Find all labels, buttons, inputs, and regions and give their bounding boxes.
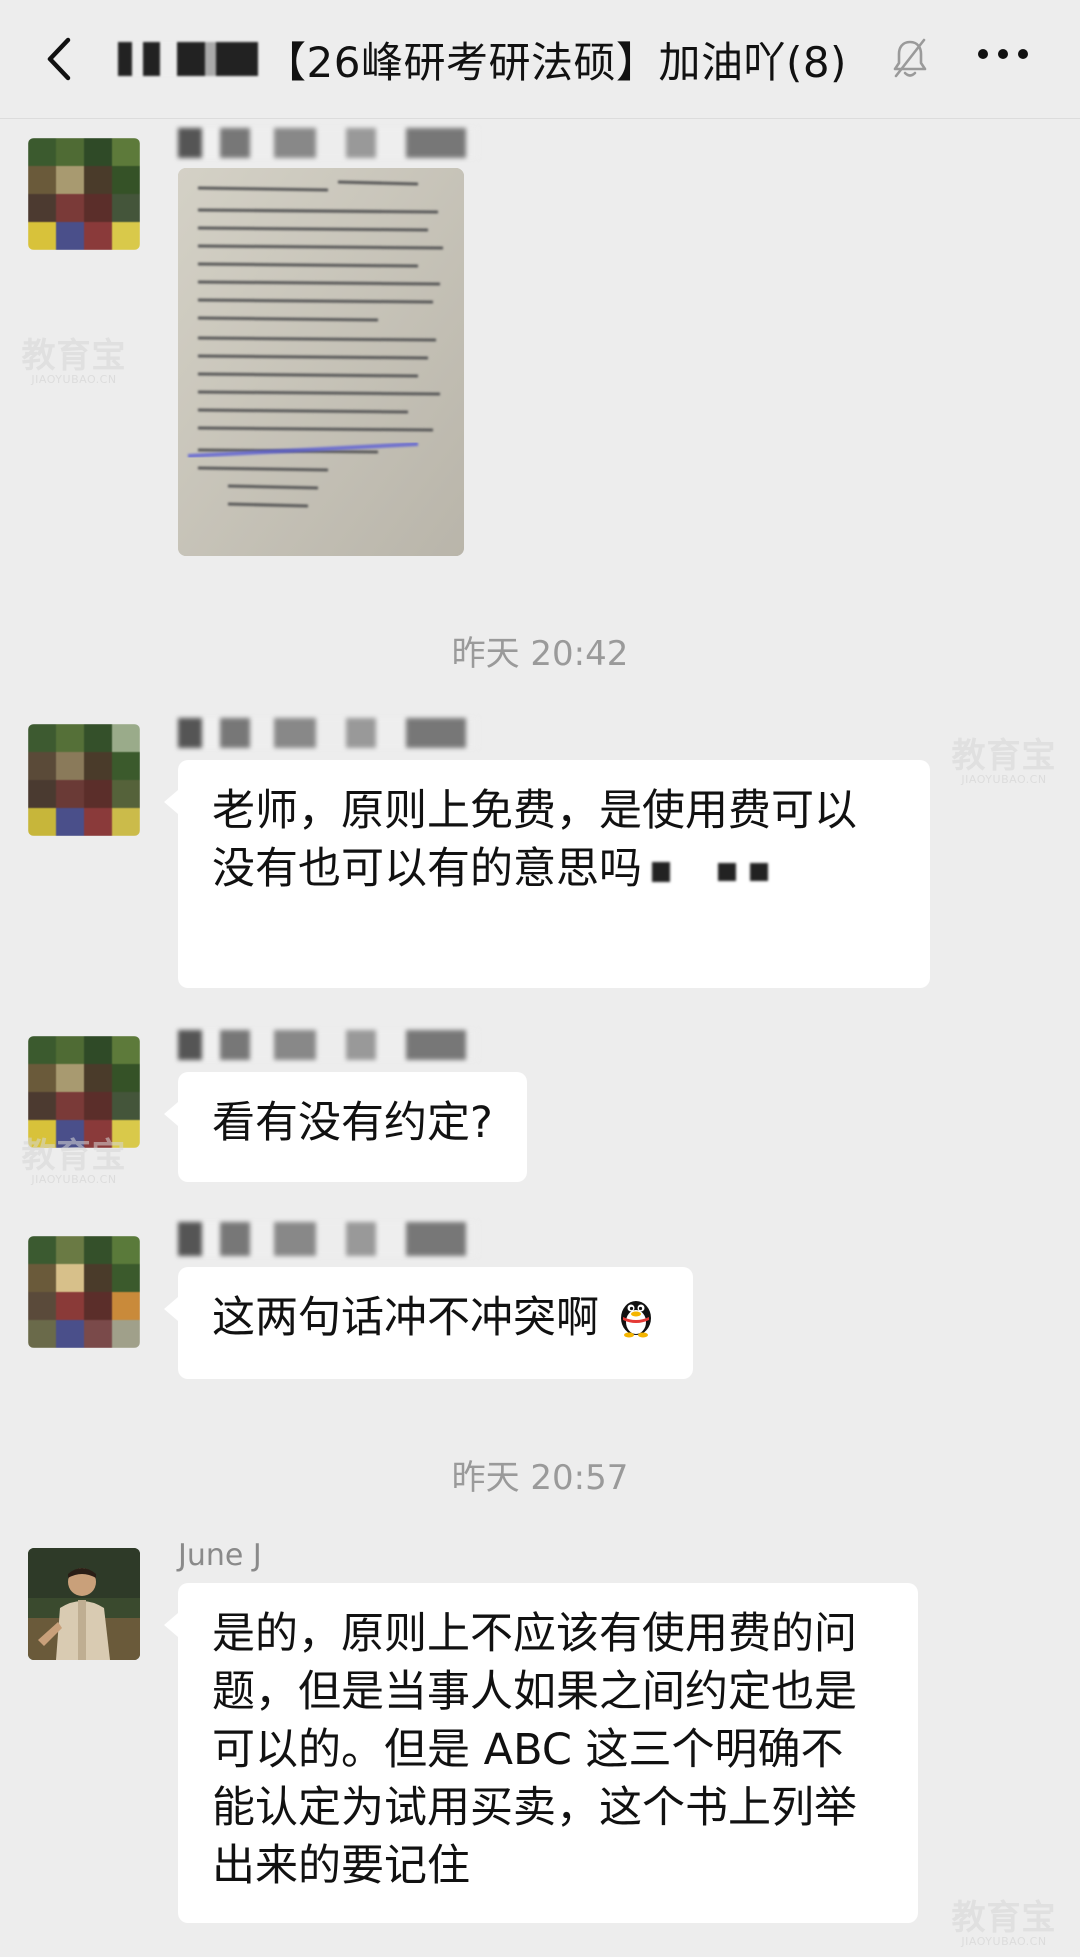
image-message[interactable] xyxy=(178,168,464,556)
redacted-mark xyxy=(750,862,768,881)
chat-title-text: 【26峰研考研法硕】加油吖(8) xyxy=(264,37,847,87)
sender-name-redacted xyxy=(178,128,478,158)
message-text: 这两句话冲不冲突啊 xyxy=(212,1293,599,1343)
avatar[interactable] xyxy=(28,1236,140,1348)
watermark: 教育宝 JIAOYUBAO.CN xyxy=(21,1136,127,1186)
message-bubble[interactable]: 这两句话冲不冲突啊 xyxy=(164,1267,693,1379)
bell-off-icon xyxy=(893,38,927,78)
avatar[interactable] xyxy=(28,1548,140,1660)
avatar[interactable] xyxy=(28,724,140,836)
more-dots-icon[interactable] xyxy=(975,44,1031,64)
book-page-photo xyxy=(178,168,464,556)
message-bubble[interactable]: 是的，原则上不应该有使用费的问题，但是当事人如果之间约定也是可以的。但是 ABC… xyxy=(164,1583,918,1923)
message-text: 看有没有约定? xyxy=(212,1098,493,1148)
redacted-mark xyxy=(718,862,736,881)
sender-name: June J xyxy=(178,1538,262,1573)
timestamp: 昨天 20:42 xyxy=(451,634,629,674)
chevron-left-icon[interactable] xyxy=(38,32,82,86)
timestamp: 昨天 20:57 xyxy=(451,1458,629,1498)
penguin-emoji-icon xyxy=(620,1301,651,1338)
sender-name-redacted xyxy=(178,718,478,748)
chat-header: 【26峰研考研法硕】加油吖(8) xyxy=(0,0,1080,119)
person-photo xyxy=(28,1548,140,1660)
message-bubble[interactable]: 老师，原则上免费，是使用费可以没有也可以有的意思吗 xyxy=(164,760,930,988)
message-bubble[interactable]: 看有没有约定? xyxy=(164,1072,527,1182)
chat-title[interactable]: 【26峰研考研法硕】加油吖(8) xyxy=(118,26,847,92)
chat-screen: 【26峰研考研法硕】加油吖(8) 昨天 20:42 老师，原则上免费，是使用费可… xyxy=(0,0,1080,1957)
watermark: 教育宝 JIAOYUBAO.CN xyxy=(21,336,127,386)
sender-name-redacted xyxy=(178,1030,478,1060)
watermark: 教育宝 JIAOYUBAO.CN xyxy=(951,736,1057,786)
message-text: 是的，原则上不应该有使用费的问题，但是当事人如果之间约定也是可以的。但是 ABC… xyxy=(212,1609,857,1891)
avatar[interactable] xyxy=(28,138,140,250)
redacted-mark xyxy=(652,861,670,882)
watermark: 教育宝 JIAOYUBAO.CN xyxy=(951,1898,1057,1948)
title-redacted-prefix xyxy=(118,42,258,76)
sender-name-redacted xyxy=(178,1222,478,1256)
